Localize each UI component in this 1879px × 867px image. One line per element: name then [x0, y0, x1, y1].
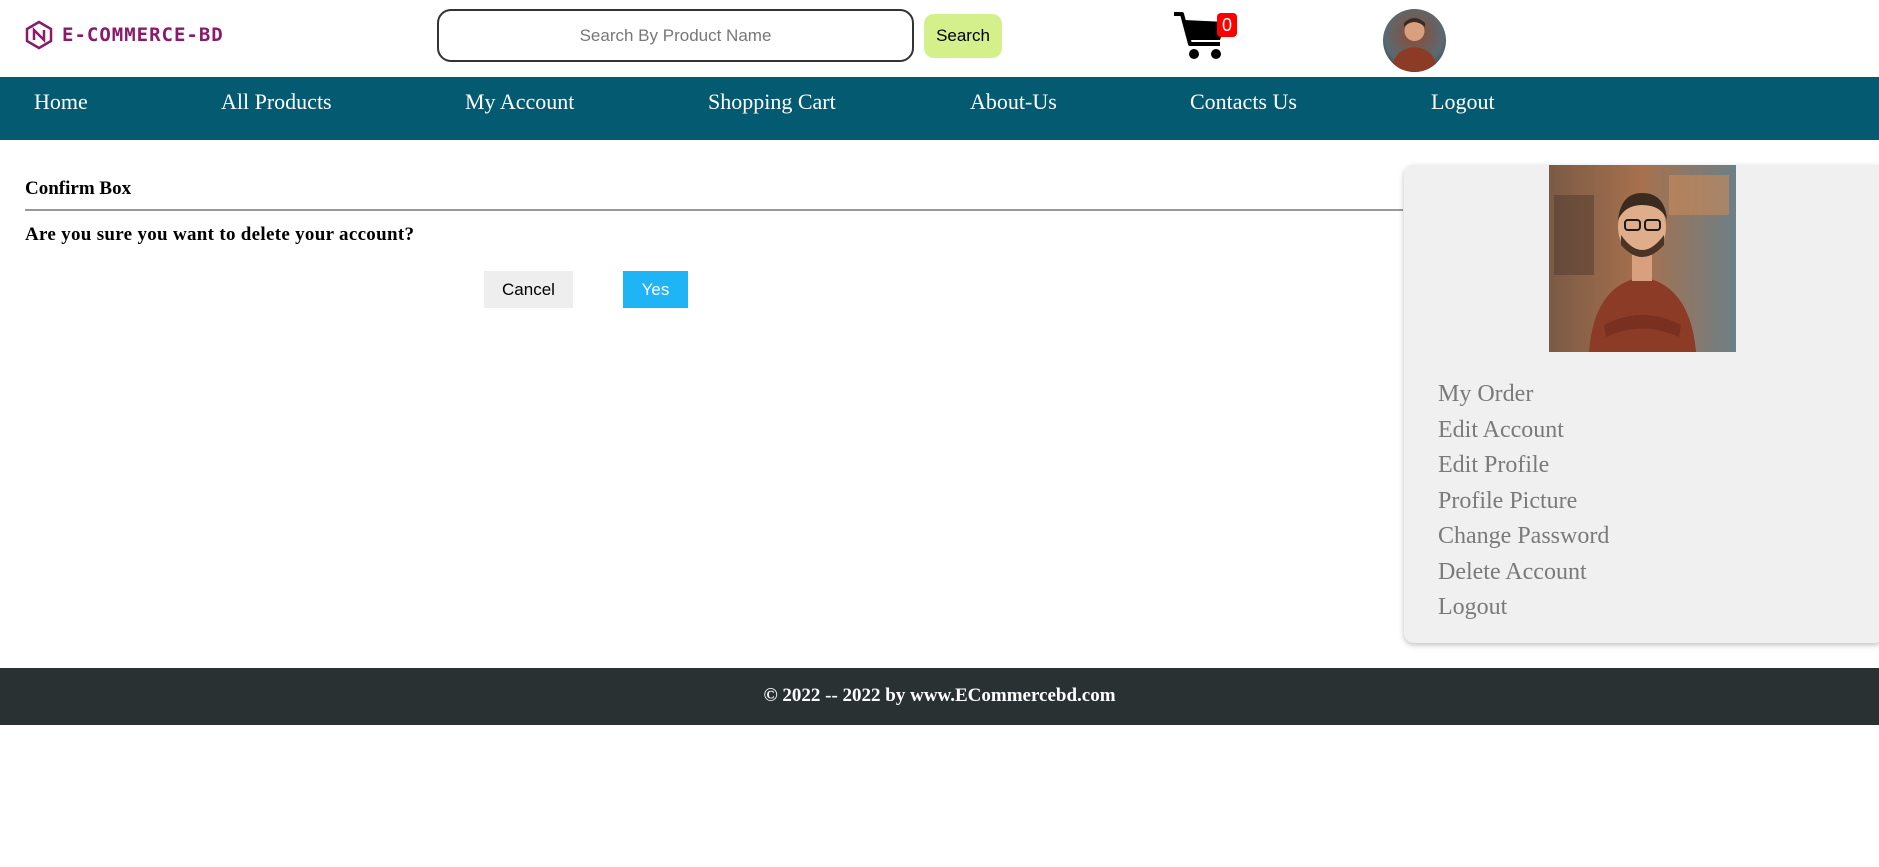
search-input[interactable]: [437, 9, 914, 62]
site-logo[interactable]: E-COMMERCE-BD: [24, 18, 224, 52]
avatar[interactable]: [1383, 9, 1446, 72]
user-avatar-image: [1391, 18, 1438, 72]
menu-item-label: Change Password: [1438, 523, 1610, 549]
confirm-title: Confirm Box: [25, 178, 132, 199]
nav-all-products[interactable]: All Products: [221, 89, 332, 115]
confirm-divider: [25, 209, 1403, 211]
menu-item-edit-profile[interactable]: Edit Profile: [1438, 448, 1609, 484]
nav-my-account[interactable]: My Account: [465, 89, 574, 115]
logo-icon: [25, 20, 53, 50]
cart-count-badge: 0: [1217, 13, 1237, 37]
profile-photo-image: [1549, 165, 1736, 352]
menu-item-label: Edit Account: [1438, 416, 1564, 443]
menu-item-label: Logout: [1438, 594, 1508, 620]
account-sidebar: My Order Edit Account Edit Profile Profi…: [1404, 165, 1879, 643]
nav-contacts-us[interactable]: Contacts Us: [1190, 89, 1297, 115]
menu-item-profile-picture[interactable]: Profile Picture: [1438, 484, 1609, 520]
logo-text: E-COMMERCE-BD: [62, 24, 224, 46]
menu-item-edit-account[interactable]: Edit Account: [1438, 413, 1609, 449]
confirm-question: Are you sure you want to delete your acc…: [25, 224, 415, 245]
footer-copyright: © 2022 -- 2022 by www.ECommercebd.com: [763, 685, 1116, 706]
cart-button[interactable]: 0: [1172, 10, 1237, 62]
nav-shopping-cart[interactable]: Shopping Cart: [708, 89, 836, 115]
yes-button[interactable]: Yes: [623, 271, 688, 308]
header: E-COMMERCE-BD Search 0: [0, 0, 1879, 77]
nav-home[interactable]: Home: [34, 89, 88, 115]
search-button[interactable]: Search: [924, 14, 1002, 58]
nav-logout[interactable]: Logout: [1431, 89, 1495, 115]
account-menu: My Order Edit Account Edit Profile Profi…: [1438, 377, 1609, 626]
menu-item-label: Delete Account: [1438, 558, 1587, 585]
menu-item-label: Profile Picture: [1438, 487, 1578, 514]
profile-photo: [1549, 165, 1736, 352]
menu-item-label: My Order: [1438, 381, 1534, 407]
main-nav: Home All Products My Account Shopping Ca…: [0, 77, 1879, 140]
menu-item-change-password[interactable]: Change Password: [1438, 519, 1609, 555]
footer: © 2022 -- 2022 by www.ECommercebd.com: [0, 668, 1879, 725]
menu-item-label: Edit Profile: [1438, 452, 1550, 478]
nav-about-us[interactable]: About-Us: [970, 89, 1057, 115]
menu-item-delete-account[interactable]: Delete Account: [1438, 555, 1609, 591]
menu-item-logout[interactable]: Logout: [1438, 590, 1609, 626]
menu-item-my-order[interactable]: My Order: [1438, 377, 1609, 413]
cancel-button[interactable]: Cancel: [484, 271, 573, 308]
